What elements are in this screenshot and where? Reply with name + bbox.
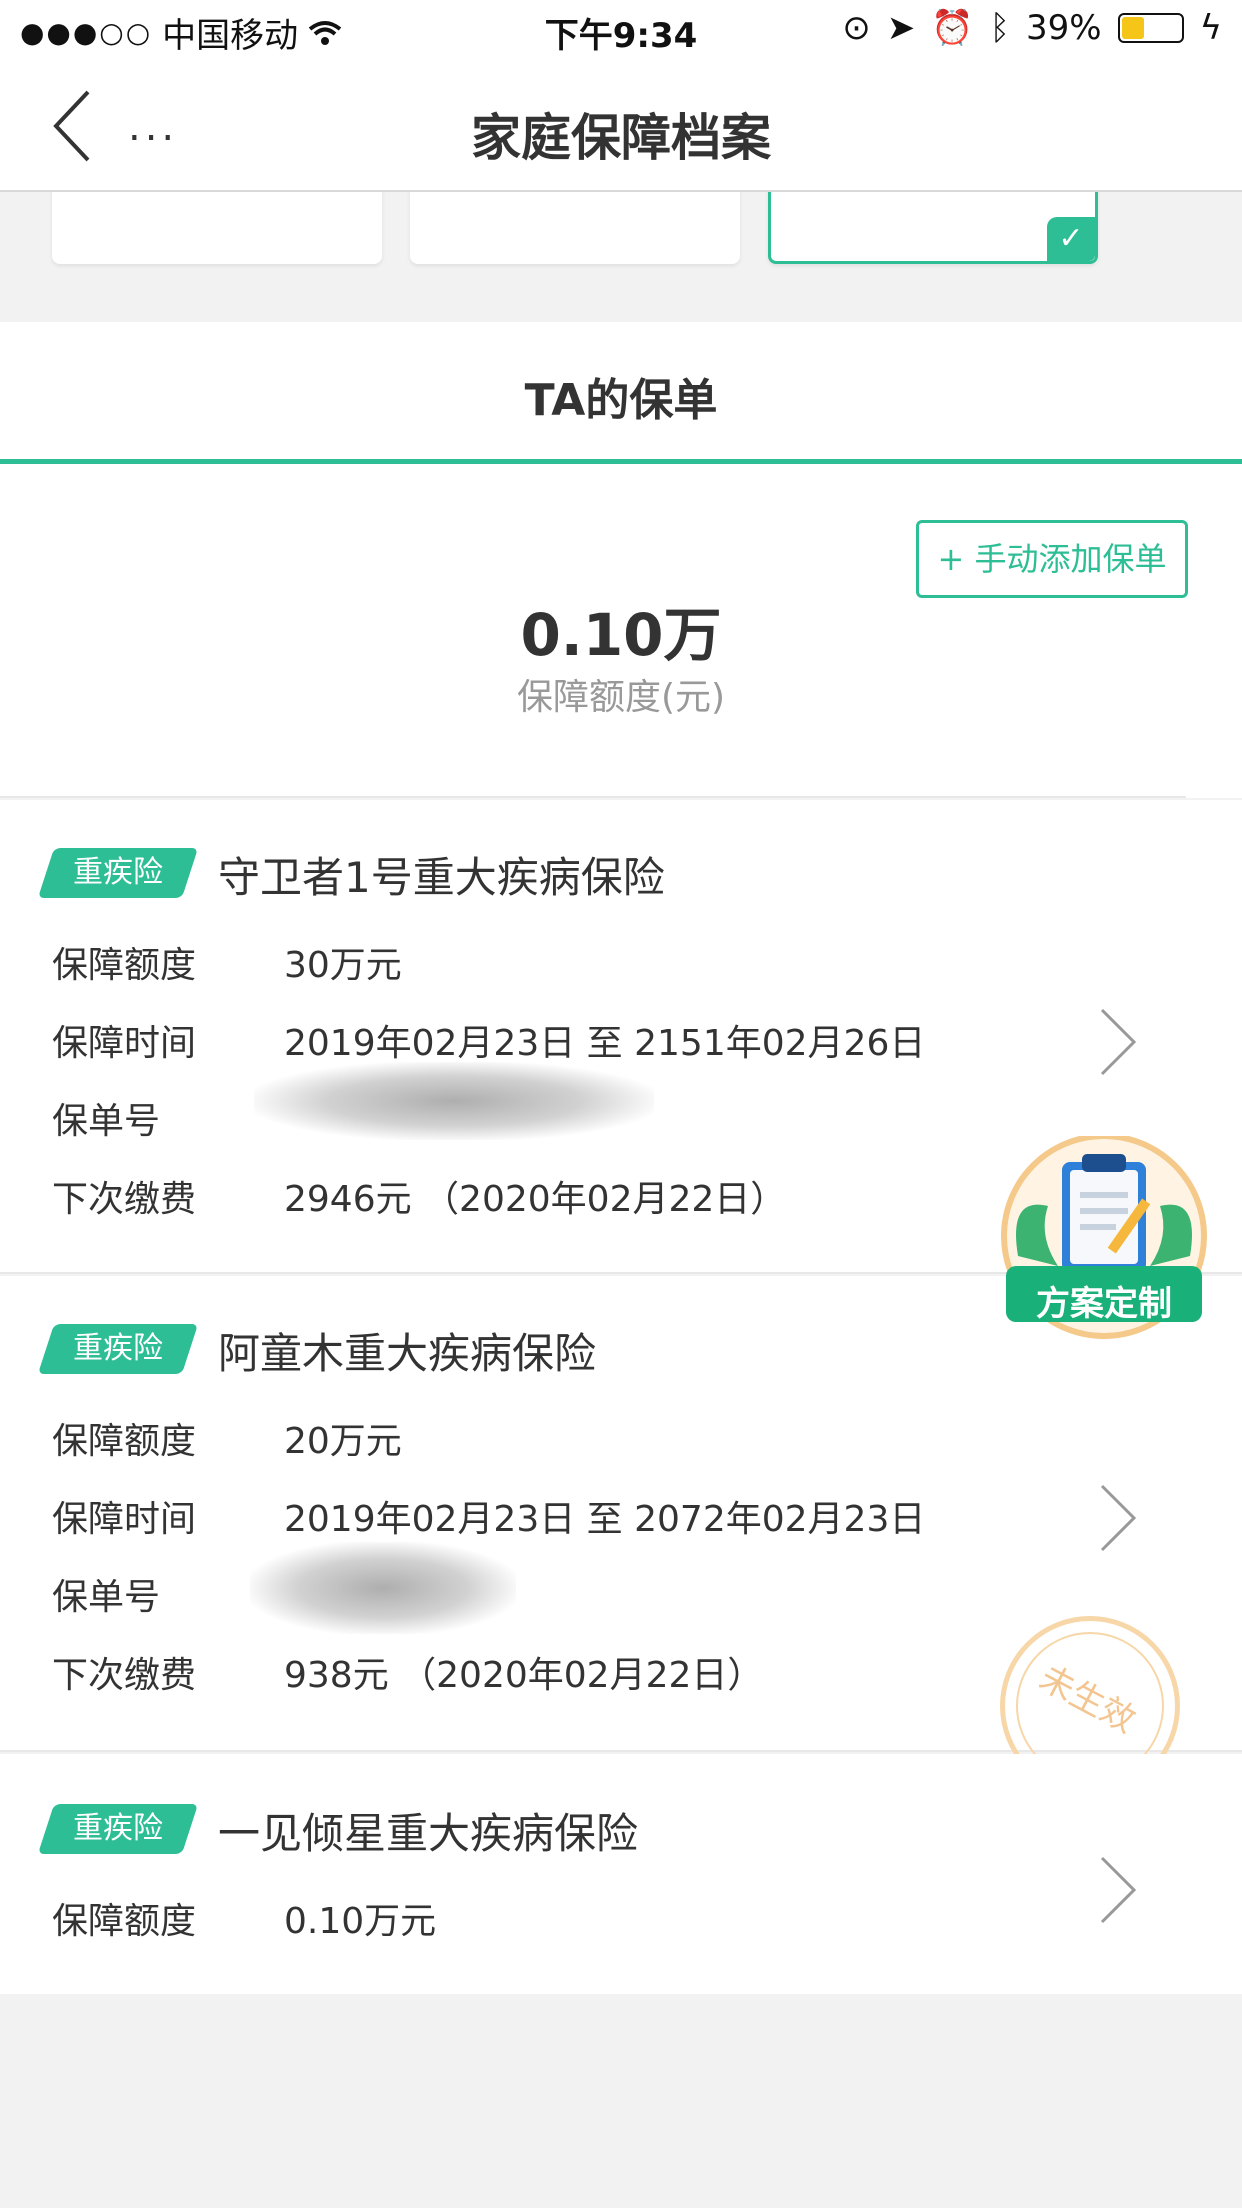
battery-icon <box>1117 13 1184 43</box>
policy-name: 一见倾星重大疾病保险 <box>218 1809 639 1858</box>
row-value: 20万元 <box>284 1421 402 1462</box>
redacted-policy-number <box>254 1062 654 1140</box>
policy-name: 阿童木重大疾病保险 <box>218 1329 597 1378</box>
divider <box>0 796 1186 798</box>
row-value: 2946元 （2020年02月22日） <box>284 1179 787 1220</box>
policy-tag: 重疾险 <box>37 1324 199 1374</box>
row-label: 保障额度 <box>52 945 197 986</box>
add-policy-button[interactable]: + 手动添加保单 <box>916 520 1188 598</box>
alarm-icon: ⏰ <box>931 8 974 48</box>
row-label: 保障时间 <box>52 1023 197 1064</box>
member-card-selected[interactable]: ✓ <box>768 192 1098 264</box>
row-value: 2019年02月23日 至 2151年02月26日 <box>284 1023 926 1064</box>
plan-custom-fab[interactable]: 方案定制 <box>998 1133 1210 1346</box>
policy-name: 守卫者1号重大疾病保险 <box>218 853 665 902</box>
charging-icon: ϟ <box>1199 8 1222 48</box>
chevron-right-icon <box>1100 1856 1137 1924</box>
bluetooth-icon: ᛒ <box>989 8 1010 48</box>
member-card[interactable] <box>410 192 740 264</box>
total-coverage-amount: 0.10万 <box>520 601 722 669</box>
redacted-policy-number <box>250 1542 516 1634</box>
battery-fill <box>1121 17 1144 39</box>
tab-header: TA的保单 <box>0 322 1242 464</box>
row-label: 下次缴费 <box>52 1179 197 1220</box>
row-label: 保障额度 <box>52 1421 197 1462</box>
row-label: 保单号 <box>52 1577 161 1618</box>
rotation-lock-icon: ⊙ <box>842 8 871 48</box>
policy-card[interactable]: 重疾险 一见倾星重大疾病保险 保障额度 0.10万元 <box>0 1754 1242 1994</box>
row-value: 2019年02月23日 至 2072年02月23日 <box>284 1499 926 1540</box>
nav-bar: ... 家庭保障档案 <box>0 62 1242 192</box>
tab-policies[interactable]: TA的保单 <box>0 364 1242 428</box>
row-value: 938元 （2020年02月22日） <box>284 1655 764 1696</box>
check-icon: ✓ <box>1047 217 1095 261</box>
location-icon: ➤ <box>886 8 916 48</box>
status-bar: ●●●○○ 中国移动 下午9:34 ⊙ ➤ ⏰ ᛒ 39% ϟ <box>0 0 1242 62</box>
row-label: 保单号 <box>52 1101 161 1142</box>
coverage-summary: + 手动添加保单 0.10万 保障额度(元) <box>0 464 1242 798</box>
page-title: 家庭保障档案 <box>471 109 771 167</box>
policy-tag: 重疾险 <box>37 848 199 898</box>
row-label: 保障额度 <box>52 1901 197 1942</box>
row-label: 保障时间 <box>52 1499 197 1540</box>
not-effective-stamp: 未生效 <box>998 1614 1188 1754</box>
chevron-right-icon <box>1100 1484 1137 1552</box>
fab-label: 方案定制 <box>1036 1284 1172 1324</box>
member-card[interactable] <box>52 192 382 264</box>
policy-tag: 重疾险 <box>37 1804 199 1854</box>
row-label: 下次缴费 <box>52 1655 197 1696</box>
chevron-right-icon <box>1100 1008 1137 1076</box>
row-value: 0.10万元 <box>284 1901 437 1942</box>
total-coverage-label: 保障额度(元) <box>516 677 726 718</box>
row-value: 30万元 <box>284 945 402 986</box>
page-background <box>0 1994 1242 2208</box>
battery-percent: 39% <box>1025 8 1102 48</box>
member-strip: ✓ <box>0 192 1242 322</box>
